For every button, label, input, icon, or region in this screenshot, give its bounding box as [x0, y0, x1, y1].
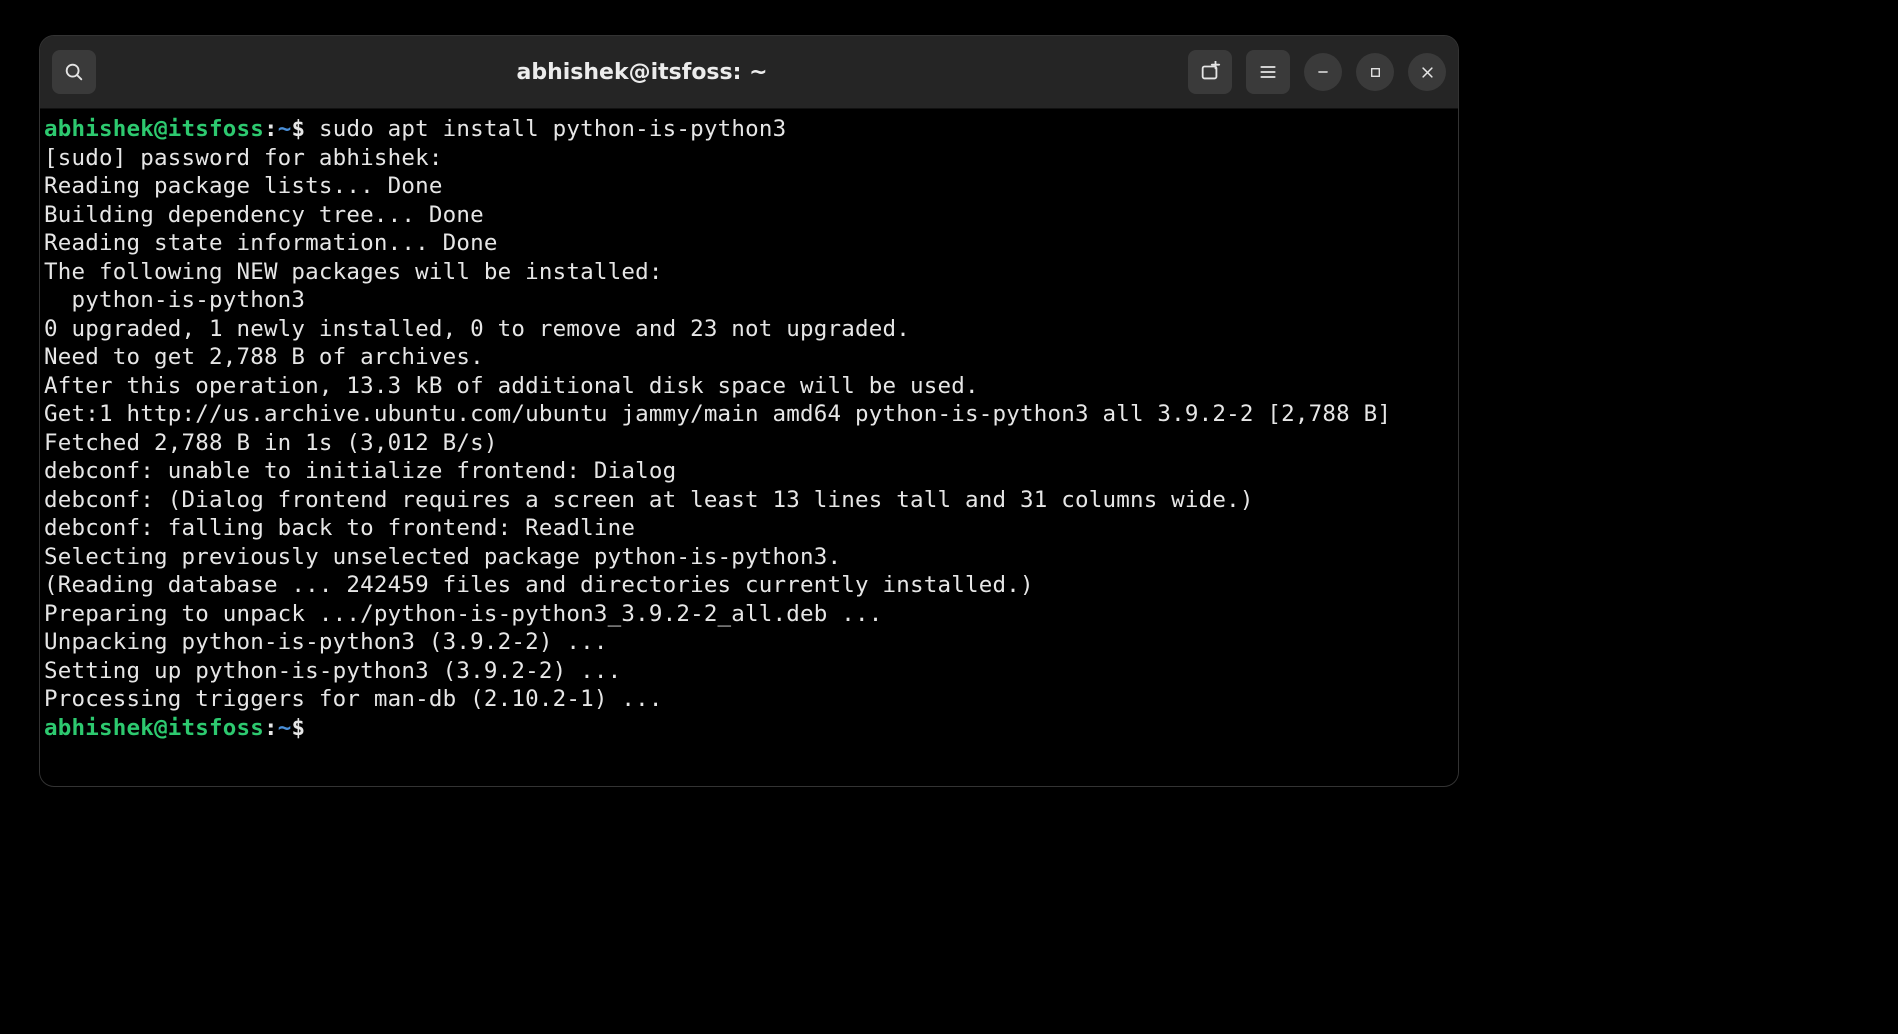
- titlebar-right: [1188, 50, 1446, 94]
- minimize-icon: [1316, 65, 1330, 79]
- hamburger-icon: [1258, 62, 1278, 82]
- output-line: Unpacking python-is-python3 (3.9.2-2) ..…: [44, 629, 608, 655]
- command-text: sudo apt install python-is-python3: [319, 116, 786, 142]
- output-line: debconf: (Dialog frontend requires a scr…: [44, 487, 1254, 513]
- output-line: Preparing to unpack .../python-is-python…: [44, 601, 883, 627]
- maximize-button[interactable]: [1356, 53, 1394, 91]
- titlebar[interactable]: abhishek@itsfoss: ~: [40, 36, 1458, 109]
- terminal-body[interactable]: abhishek@itsfoss:~$ sudo apt install pyt…: [40, 109, 1458, 786]
- output-line: Fetched 2,788 B in 1s (3,012 B/s): [44, 430, 498, 456]
- prompt-dollar: $: [291, 116, 305, 142]
- new-tab-icon: [1199, 61, 1221, 83]
- output-line: python-is-python3: [44, 287, 305, 313]
- output-line: Reading package lists... Done: [44, 173, 443, 199]
- terminal-window: abhishek@itsfoss: ~: [40, 36, 1458, 786]
- output-line: (Reading database ... 242459 files and d…: [44, 572, 1034, 598]
- close-icon: [1420, 65, 1435, 80]
- output-line: The following NEW packages will be insta…: [44, 259, 663, 285]
- prompt-path: ~: [278, 715, 292, 741]
- new-tab-button[interactable]: [1188, 50, 1232, 94]
- output-line: Building dependency tree... Done: [44, 202, 484, 228]
- titlebar-left: [52, 50, 96, 94]
- search-icon: [63, 61, 85, 83]
- menu-button[interactable]: [1246, 50, 1290, 94]
- output-line: Setting up python-is-python3 (3.9.2-2) .…: [44, 658, 621, 684]
- output-line: Selecting previously unselected package …: [44, 544, 841, 570]
- close-button[interactable]: [1408, 53, 1446, 91]
- maximize-icon: [1369, 66, 1382, 79]
- output-line: Get:1 http://us.archive.ubuntu.com/ubunt…: [44, 401, 1391, 427]
- output-line: After this operation, 13.3 kB of additio…: [44, 373, 979, 399]
- output-line: 0 upgraded, 1 newly installed, 0 to remo…: [44, 316, 910, 342]
- prompt-dollar: $: [291, 715, 305, 741]
- output-line: [sudo] password for abhishek:: [44, 145, 456, 171]
- output-line: Reading state information... Done: [44, 230, 498, 256]
- prompt-path: ~: [278, 116, 292, 142]
- prompt-user-host: abhishek@itsfoss: [44, 116, 264, 142]
- output-line: debconf: falling back to frontend: Readl…: [44, 515, 635, 541]
- output-line: Need to get 2,788 B of archives.: [44, 344, 484, 370]
- window-title: abhishek@itsfoss: ~: [96, 60, 1188, 85]
- prompt-colon: :: [264, 715, 278, 741]
- prompt-user-host: abhishek@itsfoss: [44, 715, 264, 741]
- output-line: debconf: unable to initialize frontend: …: [44, 458, 676, 484]
- minimize-button[interactable]: [1304, 53, 1342, 91]
- prompt-colon: :: [264, 116, 278, 142]
- output-line: Processing triggers for man-db (2.10.2-1…: [44, 686, 663, 712]
- search-button[interactable]: [52, 50, 96, 94]
